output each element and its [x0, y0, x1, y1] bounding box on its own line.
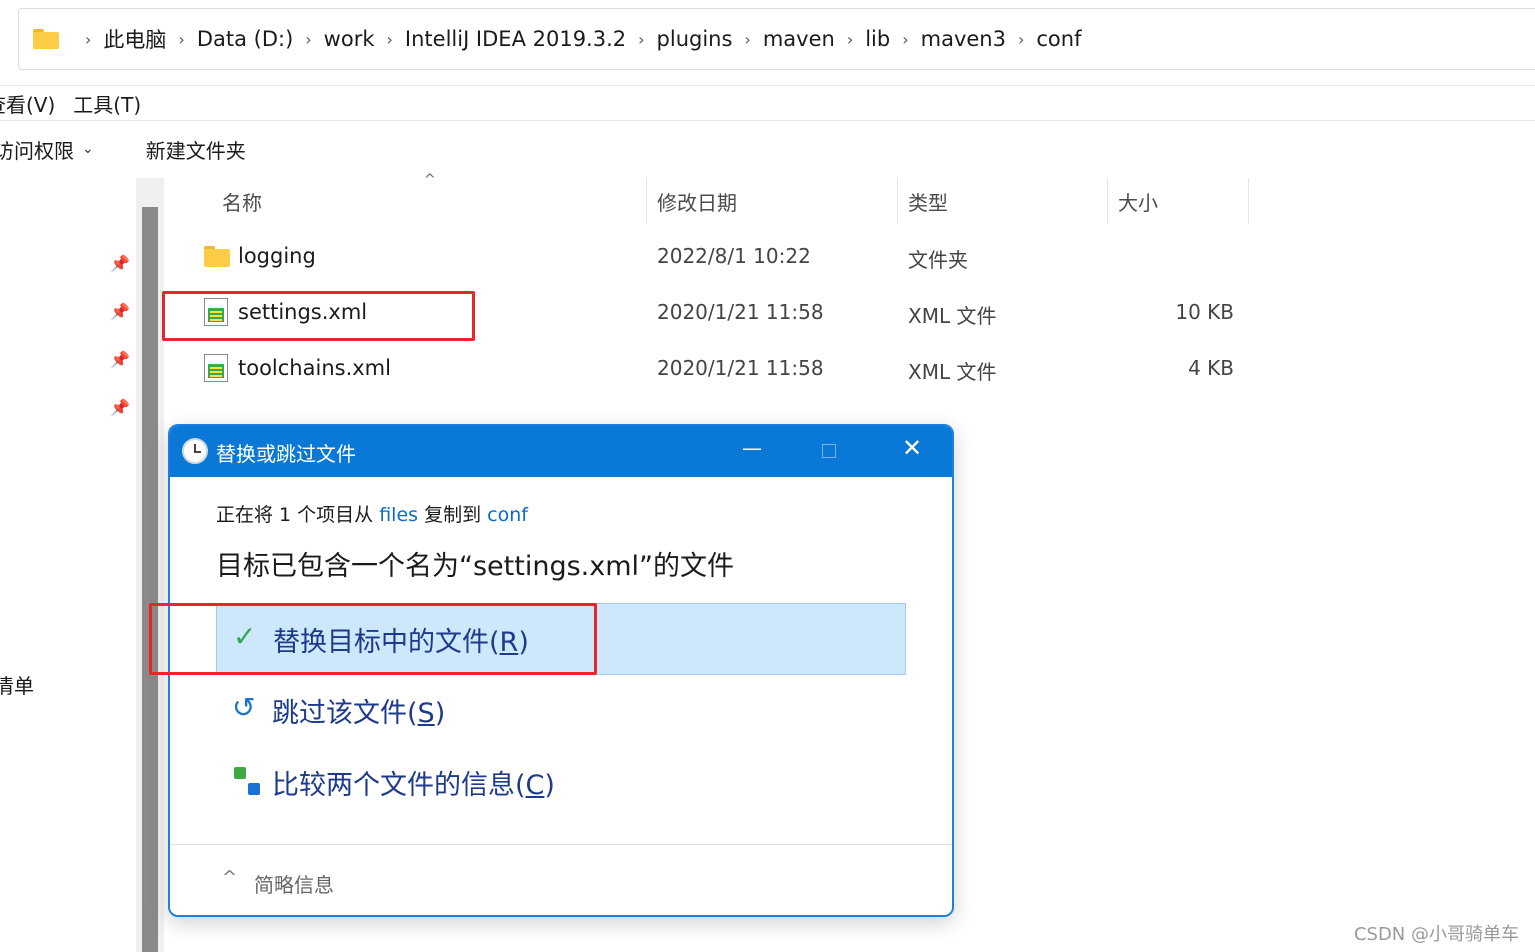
chevron-right-icon: › — [1017, 29, 1025, 49]
file-type: XML 文件 — [908, 304, 997, 328]
dialog-footer: ^ 简略信息 — [170, 844, 952, 915]
toolbar: 访问权限 ⌄ 新建文件夹 — [0, 122, 1535, 176]
breadcrumb-data-drive[interactable]: Data (D:) — [197, 27, 293, 51]
breadcrumb-conf[interactable]: conf — [1036, 27, 1081, 51]
clock-icon — [182, 438, 208, 464]
compare-icon — [234, 767, 264, 797]
pin-icon[interactable]: 📌 — [110, 254, 130, 273]
menu-view[interactable]: 查看(V) — [0, 89, 55, 118]
annotation-highlight-box — [162, 291, 475, 341]
skip-file-label: 跳过该文件(S) — [272, 698, 446, 729]
file-modified: 2020/1/21 11:58 — [657, 300, 824, 324]
chevron-down-icon[interactable]: ⌄ — [82, 141, 94, 157]
chevron-right-icon: › — [638, 29, 645, 49]
breadcrumb-plugins[interactable]: plugins — [657, 27, 733, 51]
chevron-right-icon: › — [846, 29, 854, 49]
column-divider[interactable] — [1107, 178, 1108, 224]
file-name: toolchains.xml — [238, 356, 391, 380]
breadcrumb-maven[interactable]: maven — [763, 27, 835, 51]
file-type: 文件夹 — [908, 248, 968, 272]
file-size: 10 KB — [1175, 300, 1234, 324]
chevron-up-icon[interactable]: ^ — [222, 867, 237, 888]
column-divider[interactable] — [897, 178, 898, 224]
file-type: XML 文件 — [908, 360, 997, 384]
breadcrumb-intellij[interactable]: IntelliJ IDEA 2019.3.2 — [405, 27, 626, 51]
scrollbar-thumb[interactable] — [142, 207, 158, 952]
column-divider[interactable] — [646, 178, 647, 224]
breadcrumb-work[interactable]: work — [324, 27, 375, 51]
chevron-right-icon: › — [178, 29, 185, 49]
dialog-title-bar[interactable]: 替换或跳过文件 — ✕ — [170, 426, 952, 477]
pin-icon[interactable]: 📌 — [110, 302, 130, 321]
column-header-size[interactable]: 大小 — [1118, 178, 1158, 224]
chevron-right-icon: › — [386, 29, 393, 49]
pin-icon[interactable]: 📌 — [110, 350, 130, 369]
file-row-toolchains[interactable]: toolchains.xml 2020/1/21 11:58 XML 文件 4 … — [166, 342, 1266, 398]
new-folder-button[interactable]: 新建文件夹 — [146, 135, 246, 164]
menu-bar: 查看(V) 工具(T) — [0, 87, 1535, 121]
breadcrumb-maven3[interactable]: maven3 — [921, 27, 1006, 51]
breadcrumb-lib[interactable]: lib — [865, 27, 890, 51]
skip-file-option[interactable]: ↺ 跳过该文件(S) — [216, 675, 906, 747]
file-modified: 2020/1/21 11:58 — [657, 356, 824, 380]
column-header-name[interactable]: 名称 — [222, 178, 262, 224]
folder-icon — [33, 29, 59, 49]
pin-icon[interactable]: 📌 — [110, 398, 130, 417]
file-size: 4 KB — [1188, 356, 1234, 380]
conflict-message: 目标已包含一个名为“settings.xml”的文件 — [216, 551, 735, 582]
copy-middle-text: 复制到 — [418, 504, 488, 526]
folder-icon — [204, 246, 230, 268]
xml-file-icon — [204, 354, 228, 382]
address-bar-region: › 此电脑 › Data (D:) › work › IntelliJ IDEA… — [0, 0, 1535, 86]
close-button[interactable]: ✕ — [902, 434, 922, 462]
chevron-right-icon: › — [744, 29, 751, 49]
dialog-title: 替换或跳过文件 — [216, 442, 356, 466]
file-row-logging[interactable]: logging 2022/8/1 10:22 文件夹 — [166, 230, 1266, 286]
breadcrumb-this-pc[interactable]: 此电脑 — [103, 24, 166, 54]
nav-item-label[interactable]: 清单 — [0, 670, 34, 699]
minimize-button[interactable]: — — [742, 436, 762, 460]
compare-files-label: 比较两个文件的信息(C) — [272, 770, 555, 801]
watermark: CSDN @小哥骑单车 — [1353, 924, 1519, 945]
source-folder-link[interactable]: files — [379, 504, 418, 526]
maximize-button — [822, 444, 836, 458]
sort-ascending-icon: ^ — [424, 172, 436, 188]
menu-tools[interactable]: 工具(T) — [73, 89, 141, 118]
copy-prefix-text: 正在将 1 个项目从 — [216, 504, 380, 526]
navigation-pane: 📌 📌 📌 📌 清单 — [0, 178, 136, 952]
chevron-right-icon: › — [305, 29, 312, 49]
copy-status-text: 正在将 1 个项目从 files 复制到 conf — [216, 500, 528, 527]
access-button[interactable]: 访问权限 — [0, 135, 74, 164]
chevron-right-icon: › — [902, 29, 909, 49]
annotation-highlight-box — [149, 603, 597, 675]
address-bar[interactable]: › 此电脑 › Data (D:) › work › IntelliJ IDEA… — [18, 8, 1535, 70]
column-header-type[interactable]: 类型 — [908, 178, 948, 224]
file-modified: 2022/8/1 10:22 — [657, 244, 811, 268]
file-name: logging — [238, 244, 316, 268]
column-header-modified[interactable]: 修改日期 — [657, 178, 737, 224]
destination-folder-link[interactable]: conf — [487, 504, 528, 526]
skip-arrow-icon: ↺ — [232, 691, 256, 724]
chevron-right-icon: › — [85, 29, 92, 49]
fewer-details-toggle[interactable]: 简略信息 — [254, 869, 334, 898]
column-divider[interactable] — [1248, 178, 1249, 224]
compare-files-option[interactable]: 比较两个文件的信息(C) — [216, 747, 906, 819]
